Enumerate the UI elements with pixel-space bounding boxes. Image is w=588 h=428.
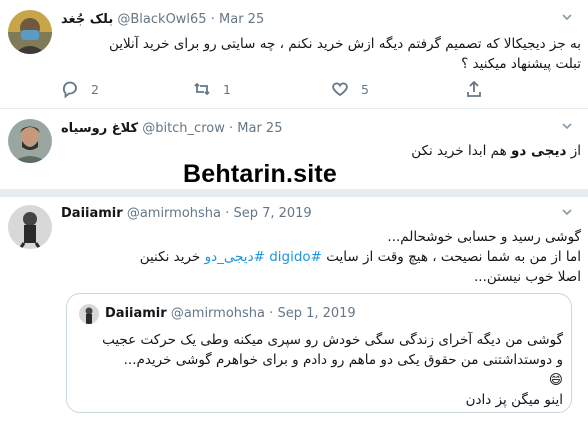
user-handle[interactable]: @amirmohsha [127,206,221,221]
quoted-line-1: گوشی من دیگه آخرای زندگی سگی خودش رو سپر… [102,332,563,348]
tweet-date[interactable]: Mar 25 [237,121,282,136]
display-name[interactable]: بلک جُغد [61,12,113,27]
heart-icon [332,82,348,97]
avatar-blackowl[interactable] [8,10,52,54]
tweet-1[interactable]: بلک جُغد @BlackOwl65 · Mar 25 به جز دیجی… [0,0,588,110]
retweet-icon [194,82,210,96]
tweet-2-header: کلاغ روسیاه @bitch_crow · Mar 25 [61,120,282,138]
hashtag-digido[interactable]: #digido [269,249,322,265]
avatar-image [8,119,52,163]
tweet-2-text-pre: از [566,143,581,159]
tweet-2-text-bold: دیجی دو [511,143,567,159]
like-button[interactable]: 5 [331,80,369,98]
tweet-1-text: به جز دیجیکالا که تصمیم گرفتم دیگه ازش خ… [61,34,581,74]
user-handle[interactable]: @bitch_crow [142,121,225,136]
tweet-2-text-post: هم ابدا خرید نکن [411,143,512,159]
quoted-text: گوشی من دیگه آخرای زندگی سگی خودش رو سپر… [77,330,563,410]
quoted-user-handle: @amirmohsha [170,306,266,321]
quoted-line-3: اینو میگن پز دادن [465,392,563,408]
chevron-down-icon[interactable] [560,10,574,27]
separator-dot: · [225,206,230,221]
separator-dot: · [210,12,215,27]
tweet-2-text: از دیجی دو هم ابدا خرید نکن [61,141,581,161]
retweet-button[interactable]: 1 [193,80,231,98]
tweet-3-line-3: اصلا خوب نیستن... [474,269,581,285]
quoted-header: Daiiamir @amirmohsha · Sep 1, 2019 [105,305,356,323]
like-count: 5 [361,81,369,97]
tweet-1-line-2: تبلت پیشنهاد میکنید ؟ [461,56,581,72]
display-name[interactable]: کلاغ روسیاه [61,121,138,136]
separator-dot: · [269,306,274,321]
section-separator [0,189,588,197]
avatar-daiiamir[interactable] [8,205,52,249]
tweet-3-line-2-a: اما از من به شما نصیحت ، هیچ وقت از سایت [321,249,581,265]
reply-icon [62,81,77,98]
avatar-bitchcrow[interactable] [8,119,52,163]
share-button[interactable] [465,80,483,98]
avatar-image [8,205,52,249]
display-name[interactable]: Daiiamir [61,206,123,221]
quoted-display-name: Daiiamir [105,306,167,321]
quoted-emoji: 😄 [548,372,563,388]
retweet-count: 1 [223,81,231,97]
quoted-line-2: و دوستداشتنی من حقوق یکی دو ماهم رو دادم… [123,352,563,368]
tweet-1-line-1: به جز دیجیکالا که تصمیم گرفتم دیگه ازش خ… [108,36,581,52]
reply-count: 2 [91,81,99,97]
tweet-date[interactable]: Mar 25 [219,12,264,27]
watermark-text: Behtarin.site [183,160,338,188]
tweet-3-line-2-b: خرید نکنین [139,249,205,265]
share-icon [467,80,481,97]
tweet-3-line-2: اما از من به شما نصیحت ، هیچ وقت از سایت… [61,247,581,267]
tweet-3-text: گوشی رسید و حسابی خوشحالم... اما از من ب… [61,227,581,287]
separator-dot: · [228,121,234,136]
tweet-1-actions: 2 1 5 [61,80,481,100]
avatar-image [8,10,52,54]
chevron-down-icon[interactable] [560,119,574,136]
reply-button[interactable]: 2 [61,80,99,98]
quoted-avatar[interactable] [79,304,99,324]
quoted-date: Sep 1, 2019 [277,306,356,321]
avatar-image [79,304,99,324]
tweet-3-line-1: گوشی رسید و حسابی خوشحالم... [387,229,581,245]
tweet-1-header: بلک جُغد @BlackOwl65 · Mar 25 [61,11,264,29]
tweet-3-header: Daiiamir @amirmohsha · Sep 7, 2019 [61,205,312,223]
quoted-tweet[interactable]: Daiiamir @amirmohsha · Sep 1, 2019 گوشی … [66,293,572,413]
hashtag-digido-fa[interactable]: #دیجی_دو [205,249,265,265]
tweet-date[interactable]: Sep 7, 2019 [233,206,311,221]
user-handle[interactable]: @BlackOwl65 [117,12,206,27]
chevron-down-icon[interactable] [560,205,574,222]
